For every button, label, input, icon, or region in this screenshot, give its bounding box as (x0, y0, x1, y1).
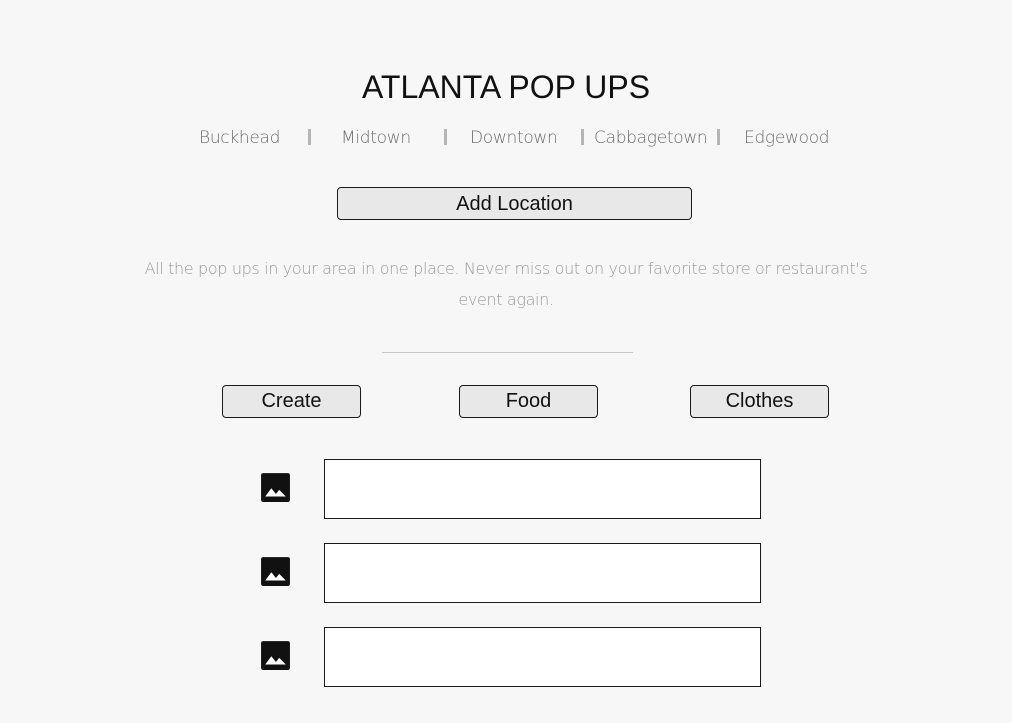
category-food-button[interactable]: Food (459, 385, 598, 418)
neighborhood-nav: Buckhead Midtown Downtown Cabbagetown Ed… (0, 126, 1012, 150)
category-create-button[interactable]: Create (222, 385, 361, 418)
nav-separator (581, 129, 584, 145)
listing-field[interactable] (324, 543, 761, 603)
page-title: ATLANTA POP UPS (361, 69, 651, 105)
nav-item-midtown[interactable]: Midtown (341, 126, 411, 150)
section-divider (382, 352, 633, 353)
listing-field[interactable] (324, 459, 761, 519)
nav-separator (444, 129, 447, 145)
nav-item-buckhead[interactable]: Buckhead (199, 126, 280, 150)
tagline: All the pop ups in your area in one plac… (144, 259, 868, 309)
nav-separator (308, 129, 311, 145)
image-icon (261, 641, 290, 670)
nav-item-edgewood[interactable]: Edgewood (744, 126, 830, 150)
nav-item-downtown[interactable]: Downtown (470, 126, 558, 150)
add-location-button[interactable]: Add Location (337, 187, 692, 220)
category-clothes-button[interactable]: Clothes (690, 385, 829, 418)
nav-item-cabbagetown[interactable]: Cabbagetown (594, 126, 708, 150)
nav-separator (717, 129, 720, 145)
listing-field[interactable] (324, 627, 761, 687)
image-icon (261, 473, 290, 502)
image-icon (261, 557, 290, 586)
